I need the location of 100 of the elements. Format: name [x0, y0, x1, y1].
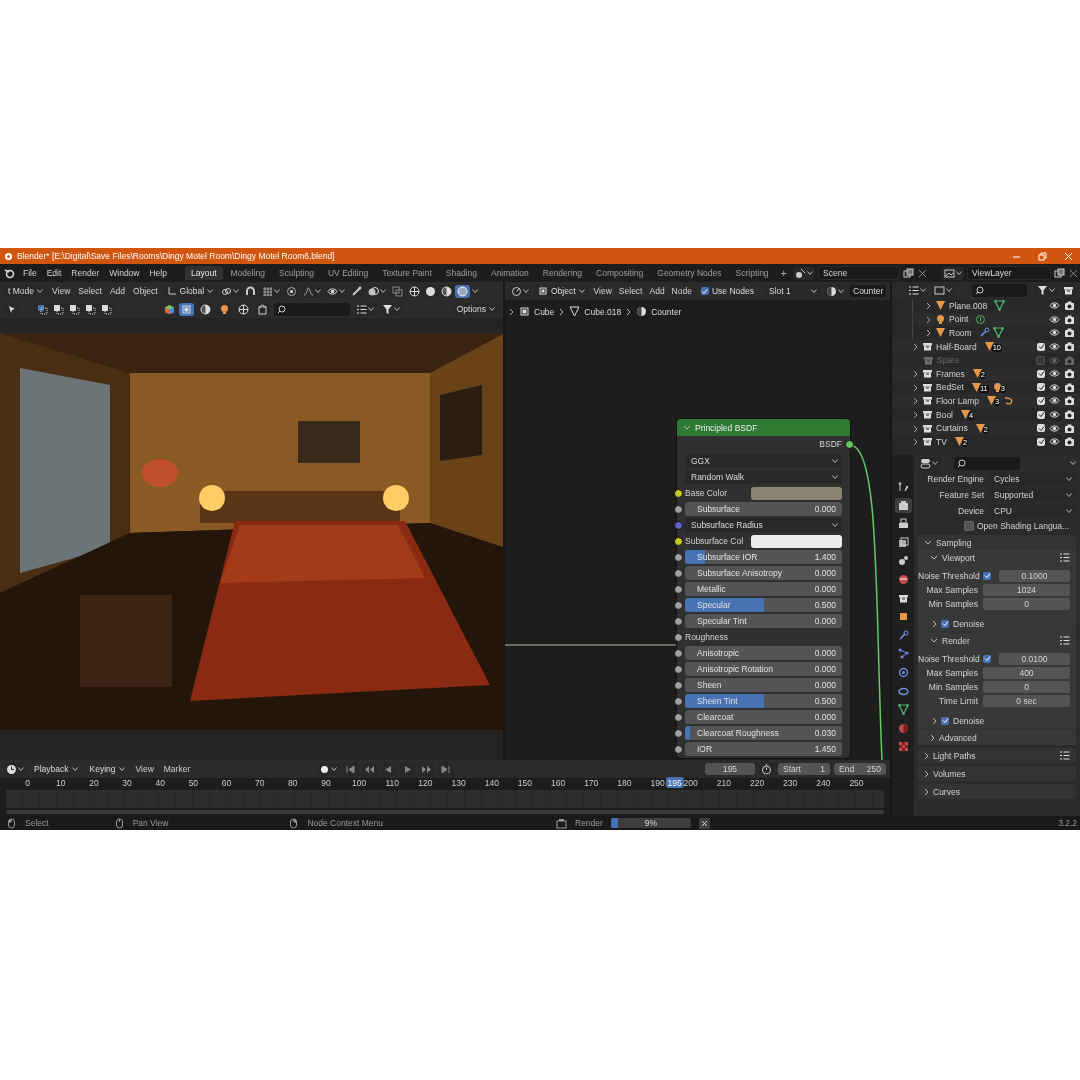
menu-dropdown[interactable]: Playback [30, 763, 82, 775]
menu-dropdown[interactable]: Keying [85, 763, 129, 775]
panel-header[interactable]: Curves [918, 784, 1076, 799]
socket-label: BSDF [819, 439, 842, 449]
value-slider[interactable]: Anisotropic Rotation 0.000 [685, 662, 842, 676]
node-dropdown[interactable]: GGX [685, 454, 842, 468]
menu-item[interactable]: Help [149, 268, 167, 278]
outliner-item[interactable]: Curtains [936, 423, 968, 434]
menu-item[interactable]: View [591, 286, 614, 296]
slider-value: 0.000 [814, 584, 836, 594]
menu-item[interactable]: Add [647, 286, 667, 296]
menu-item[interactable]: Select [616, 286, 645, 296]
use-nodes-checkbox[interactable]: Use Nodes [696, 285, 758, 297]
menu-item[interactable]: View [49, 286, 74, 296]
value-slider[interactable]: IOR 1.450 [685, 742, 842, 756]
end-field[interactable]: End 250 [834, 763, 886, 775]
outliner-item[interactable]: Plane.008 [949, 300, 988, 311]
node-dropdown[interactable]: Random Walk [685, 470, 842, 484]
setting-label: Device [957, 505, 985, 516]
options-dropdown[interactable]: Options [452, 303, 499, 315]
panel-header[interactable]: Denoise [918, 616, 1076, 631]
menu-item[interactable]: Window [109, 268, 140, 278]
scene-field[interactable]: Scene [818, 266, 901, 280]
number-field[interactable]: 1024 [983, 583, 1070, 596]
workspace-tab[interactable]: Animation [484, 266, 535, 280]
value-slider[interactable]: Subsurface Anisotropy 0.000 [685, 566, 842, 580]
value-slider[interactable]: Clearcoat Roughness 0.030 [685, 726, 842, 740]
slot-dropdown[interactable]: Slot 1 [765, 285, 821, 297]
workspace-tab[interactable]: Compositing [590, 266, 650, 280]
value-slider[interactable]: Clearcoat 0.000 [685, 710, 842, 724]
value-slider[interactable]: Specular Tint 0.000 [685, 614, 842, 628]
menu-item[interactable]: Node [669, 286, 694, 296]
value-slider[interactable]: Specular 0.500 [685, 598, 842, 612]
menu-item[interactable]: Render [71, 268, 100, 278]
value-slider[interactable]: Anisotropic 0.000 [685, 646, 842, 660]
panel-header[interactable]: Volumes [918, 766, 1076, 781]
dropdown[interactable]: Supported [990, 488, 1076, 501]
menu-item[interactable]: View [132, 764, 157, 774]
breadcrumb-item[interactable]: Cube.018 [584, 306, 622, 317]
workspace-tab[interactable]: Scripting [729, 266, 775, 280]
workspace-tab[interactable]: Sculpting [273, 266, 320, 280]
setting-label: Max Samples [925, 667, 979, 678]
dropdown[interactable]: Cycles [990, 472, 1076, 485]
number-field[interactable]: 0 [983, 597, 1070, 610]
workspace-tab[interactable]: Rendering [536, 266, 588, 280]
frame-field[interactable]: 195 [705, 763, 755, 775]
outliner-item[interactable]: Bool [936, 409, 953, 420]
value-slider[interactable]: Subsurface 0.000 [685, 502, 842, 516]
panel-header[interactable]: Light Paths [918, 748, 1076, 763]
menu-item[interactable]: Marker [160, 764, 194, 774]
frame-number: 240 [816, 778, 831, 788]
panel-header[interactable]: Advanced [918, 730, 1076, 745]
outliner-item[interactable]: TV [936, 436, 947, 447]
number-field[interactable]: 400 [983, 666, 1070, 679]
panel-header[interactable]: Denoise [918, 713, 1076, 728]
input-label: Base Color [685, 488, 728, 498]
value-slider[interactable]: Sheen Tint 0.500 [685, 694, 842, 708]
number-field[interactable]: 0.1000 [999, 569, 1070, 582]
menu-item[interactable]: Add [106, 286, 129, 296]
outliner-item[interactable]: Half-Board [936, 341, 977, 352]
value-slider[interactable]: Sheen 0.000 [685, 678, 842, 692]
node-dropdown[interactable]: Subsurface Radius [685, 518, 842, 532]
workspace-tab[interactable]: Layout [184, 266, 223, 280]
menu-item[interactable]: File [23, 268, 37, 278]
breadcrumb-item[interactable]: Counter [651, 306, 682, 317]
workspace-tab[interactable]: UV Editing [321, 266, 375, 280]
object-dropdown[interactable]: Object [534, 285, 589, 297]
view-layer-field[interactable]: ViewLayer [967, 266, 1052, 280]
workspace-tab[interactable]: Modeling [224, 266, 271, 280]
breadcrumb-item[interactable]: Cube [534, 306, 555, 317]
outliner-item[interactable]: Room [949, 328, 972, 338]
workspace-tab[interactable]: Texture Paint [376, 266, 438, 280]
outliner-item[interactable]: Frames [936, 368, 965, 379]
material-field[interactable]: Counter [849, 284, 888, 298]
menu-item[interactable]: Edit [46, 268, 62, 278]
menu-item[interactable]: Object [130, 286, 161, 296]
panel-header[interactable]: Viewport [918, 550, 1076, 565]
workspace-tab[interactable]: Shading [439, 266, 483, 280]
start-field[interactable]: Start 1 [778, 763, 830, 775]
workspace-tab[interactable]: Geometry Nodes [651, 266, 728, 280]
value-slider[interactable]: Metallic 0.000 [685, 582, 842, 596]
panel-header[interactable]: Render [918, 633, 1076, 648]
slider-value: 0.500 [814, 696, 836, 706]
orientation-dropdown[interactable]: Global [162, 285, 218, 297]
setting-label: Noise Threshold [918, 570, 981, 581]
node-header[interactable]: Principled BSDF [677, 419, 850, 436]
outliner-item[interactable]: BedSet [936, 382, 964, 393]
field-label: End [839, 764, 855, 774]
outliner-item[interactable]: Point [949, 314, 969, 325]
add-workspace-button[interactable]: + [774, 267, 794, 279]
number-field[interactable]: 0.0100 [999, 652, 1070, 665]
number-field[interactable]: 0 [983, 680, 1070, 693]
outliner-item[interactable]: Floor Lamp [936, 395, 979, 406]
number-field[interactable]: 0 sec [983, 694, 1070, 707]
playhead[interactable]: 195 [665, 777, 684, 788]
mode-dropdown[interactable]: t Mode [4, 285, 47, 297]
checkbox-label[interactable]: Open Shading Langua... [977, 520, 1070, 531]
dropdown[interactable]: CPU [990, 504, 1076, 517]
panel-header[interactable]: Sampling [918, 535, 1076, 550]
menu-item[interactable]: Select [75, 286, 105, 296]
